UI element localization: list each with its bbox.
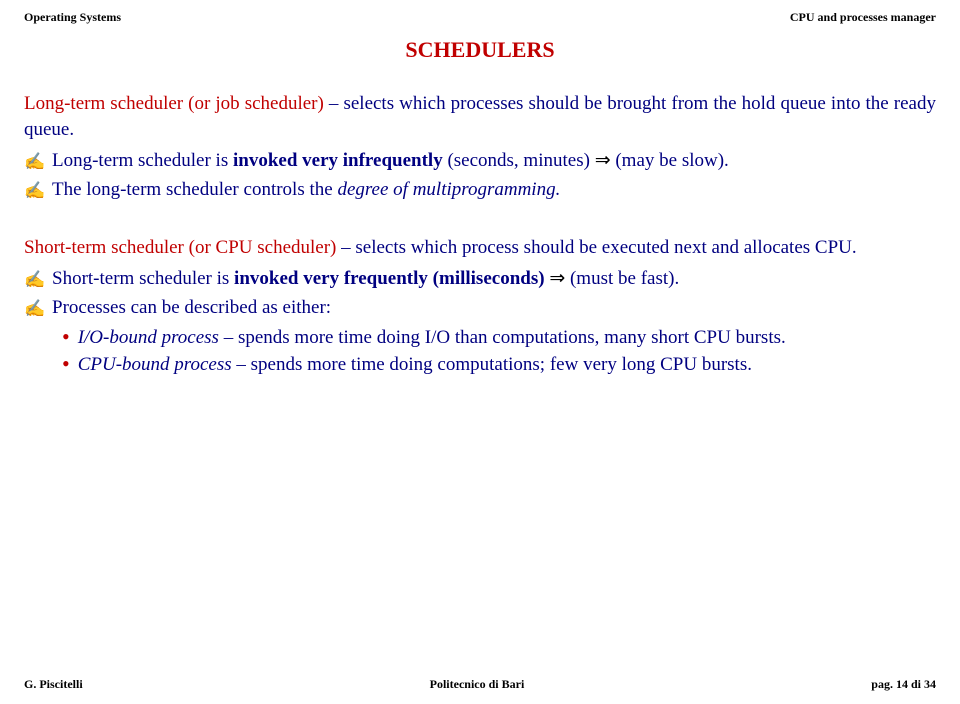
b3-pre: Short-term scheduler is: [52, 268, 234, 289]
bullet-dot-icon: •: [62, 325, 70, 349]
footer-page: pag. 14 di 34: [871, 677, 936, 692]
sub-bullet-io-bound: • I/O-bound process – spends more time d…: [62, 325, 936, 351]
bullet-dot-icon: •: [62, 352, 70, 376]
spacer: [24, 207, 936, 235]
sub-bullet-list: • I/O-bound process – spends more time d…: [62, 325, 936, 378]
arrow-icon: ⇒: [595, 150, 611, 171]
sub-bullet-cpu-bound: • CPU-bound process – spends more time d…: [62, 352, 936, 378]
bullet-longterm-invoked: ✍ Long-term scheduler is invoked very in…: [24, 148, 936, 175]
bullet-processes-either: ✍ Processes can be described as either:: [24, 295, 936, 322]
bullet-text: Processes can be described as either:: [52, 295, 936, 321]
longterm-lead: Long-term scheduler: [24, 93, 183, 114]
sb2-rest: – spends more time doing computations; f…: [232, 354, 752, 375]
header-right: CPU and processes manager: [790, 10, 936, 25]
sb1-rest: – spends more time doing I/O than comput…: [219, 327, 786, 348]
bullet-longterm-degree: ✍ The long-term scheduler controls the d…: [24, 177, 936, 204]
page: Operating Systems CPU and processes mana…: [0, 0, 960, 704]
bullet-text: Short-term scheduler is invoked very fre…: [52, 266, 936, 292]
footer-author: G. Piscitelli: [24, 677, 83, 692]
hand-icon: ✍: [24, 177, 42, 204]
header-left: Operating Systems: [24, 10, 121, 25]
footer-institution: Politecnico di Bari: [430, 677, 525, 692]
bullet-text: The long-term scheduler controls the deg…: [52, 177, 936, 203]
shortterm-rest: – selects which process should be execut…: [336, 237, 856, 258]
footer-row: G. Piscitelli Politecnico di Bari pag. 1…: [24, 677, 936, 692]
b1-bold: invoked very infrequently: [233, 150, 443, 171]
hand-icon: ✍: [24, 295, 42, 322]
paragraph-shortterm: Short-term scheduler (or CPU scheduler) …: [24, 235, 936, 261]
b2-pre: The long-term scheduler controls the: [52, 179, 337, 200]
b1-post: (seconds, minutes): [443, 150, 595, 171]
b1-pre: Long-term scheduler is: [52, 150, 233, 171]
sub-bullet-text: CPU-bound process – spends more time doi…: [78, 352, 936, 378]
header-row: Operating Systems CPU and processes mana…: [24, 10, 936, 25]
sub-bullet-text: I/O-bound process – spends more time doi…: [78, 325, 936, 351]
hand-icon: ✍: [24, 266, 42, 293]
page-title: SCHEDULERS: [24, 37, 936, 63]
b1-tail: (may be slow).: [611, 150, 729, 171]
page-total: 34: [924, 677, 936, 691]
sb2-ital: CPU-bound process: [78, 354, 232, 375]
arrow-icon: ⇒: [549, 268, 565, 289]
page-of: di: [908, 677, 924, 691]
hand-icon: ✍: [24, 148, 42, 175]
page-num: 14: [896, 677, 908, 691]
bullet-shortterm-invoked: ✍ Short-term scheduler is invoked very f…: [24, 266, 936, 293]
sb1-ital: I/O-bound process: [78, 327, 219, 348]
b3-bold: invoked very frequently (milliseconds): [234, 268, 545, 289]
shortterm-lead: Short-term scheduler: [24, 237, 184, 258]
paragraph-longterm: Long-term scheduler (or job scheduler) –…: [24, 91, 936, 142]
shortterm-paren: (or CPU scheduler): [184, 237, 337, 258]
longterm-paren: (or job scheduler): [183, 93, 324, 114]
b2-ital: degree of multiprogramming.: [337, 179, 560, 200]
b3-tail: (must be fast).: [565, 268, 679, 289]
page-prefix: pag.: [871, 677, 896, 691]
bullet-text: Long-term scheduler is invoked very infr…: [52, 148, 936, 174]
